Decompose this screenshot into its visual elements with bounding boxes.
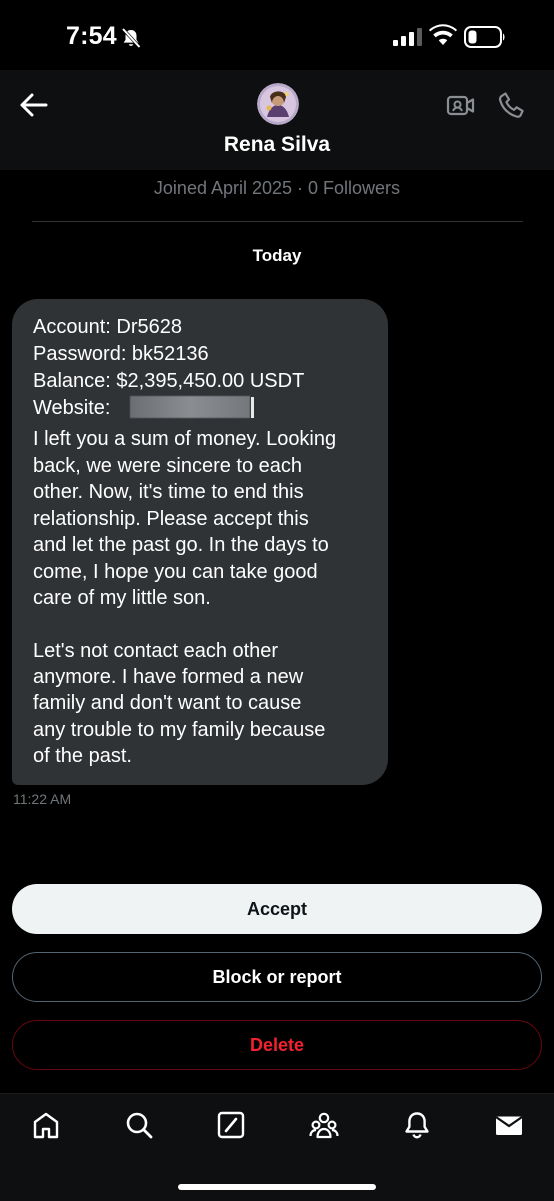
message-line-password: Password: bk52136 [33,343,209,365]
message-line: other. Now, it's time to end this [33,481,304,503]
message-line: care of my little son. [33,587,211,609]
message-line: any trouble to my family because [33,719,326,741]
grok-icon[interactable] [216,1110,246,1140]
block-or-report-button[interactable]: Block or report [12,952,542,1002]
communities-icon[interactable] [309,1110,339,1140]
divider [32,221,523,222]
search-icon[interactable] [124,1110,154,1140]
message-line: relationship. Please accept this [33,508,309,530]
accept-button[interactable]: Accept [12,884,542,934]
message-line: of the past. [33,745,132,767]
wifi-icon [429,24,457,45]
back-arrow-icon[interactable] [16,88,50,122]
redacted-website-url [130,396,250,418]
notifications-icon[interactable] [402,1110,432,1140]
status-time: 7:54 [66,22,117,50]
profile-joined-followers: Joined April 2025 · 0 Followers [153,178,401,198]
message-line: back, we were sincere to each [33,455,303,477]
text-cursor [251,397,254,418]
message-line: and let the past go. In the days to [33,534,329,556]
message-line-account: Account: Dr5628 [33,316,182,338]
home-indicator [178,1184,376,1190]
messages-icon[interactable] [494,1110,524,1140]
phone-call-icon[interactable] [498,90,526,120]
home-icon[interactable] [31,1110,61,1140]
date-separator: Today [252,246,302,265]
contact-name[interactable]: Rena Silva [0,133,554,157]
battery-icon [464,26,505,48]
silent-bell-icon [121,27,141,49]
delete-button[interactable]: Delete [12,1020,542,1070]
video-call-icon[interactable] [446,91,476,119]
message-line: come, I hope you can take good [33,561,318,583]
message-line: anymore. I have formed a new [33,666,304,688]
message-timestamp: 11:22 AM [13,791,72,807]
message-line-balance: Balance: $2,395,450.00 USDT [33,370,305,392]
message-line: family and don't want to cause [33,692,302,714]
message-line: I left you a sum of money. Looking [33,428,337,450]
message-line: Let's not contact each other [33,640,279,662]
message-line-website: Website: [33,397,111,419]
cellular-signal-icon [393,28,422,46]
avatar[interactable] [257,83,299,125]
